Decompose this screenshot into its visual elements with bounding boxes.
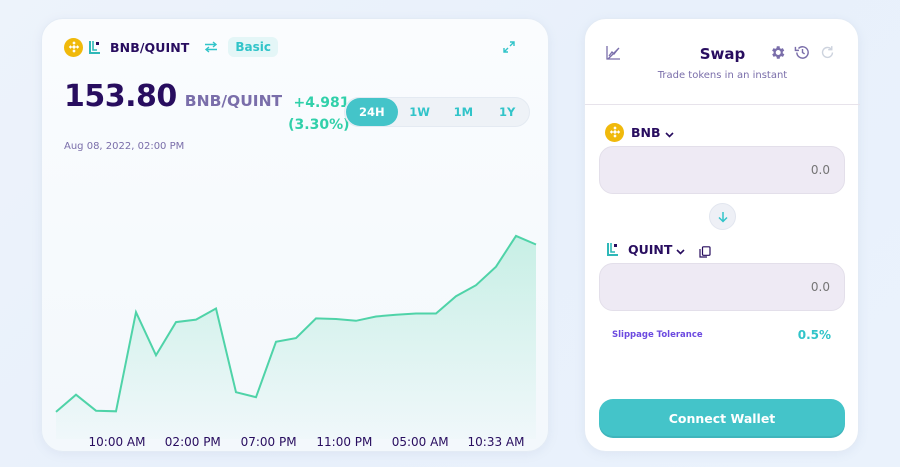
swap-arrows-icon[interactable]	[204, 41, 218, 53]
current-price: 153.80	[64, 79, 177, 114]
gear-icon[interactable]	[769, 44, 786, 61]
x-tick-label: 10:33 AM	[467, 435, 525, 449]
price-pair-label: BNB/QUINT	[184, 92, 283, 110]
price-point	[154, 353, 158, 357]
expand-icon[interactable]	[502, 39, 516, 53]
basic-mode-badge[interactable]: Basic	[228, 37, 279, 57]
swap-subtitle: Trade tokens in an instant	[657, 70, 788, 81]
swap-card: Swap Trade tokens in an instant BNB 0.0 …	[584, 18, 860, 452]
price-point	[54, 410, 58, 414]
x-tick-label: 10:00 AM	[88, 435, 146, 449]
change-percent: (3.30%)	[288, 117, 350, 133]
bnb-token-icon	[64, 37, 83, 57]
x-axis: 10:00 AM 02:00 PM 07:00 PM 11:00 PM 05:00 AM…	[42, 435, 550, 451]
swap-header-actions	[769, 44, 836, 61]
chevron-down-icon	[664, 123, 674, 142]
switch-direction-button[interactable]	[709, 203, 736, 230]
price-point	[374, 314, 378, 318]
price-point	[354, 319, 358, 323]
price-point	[334, 317, 338, 321]
price-point	[494, 264, 498, 268]
time-range-tabs: 24H 1W 1M 1Y	[344, 97, 530, 127]
price-point	[74, 392, 78, 396]
x-tick-label: 05:00 AM	[391, 435, 449, 449]
slippage-label: Slippage Tolerance	[612, 330, 703, 340]
change-value: +4.981	[293, 95, 350, 111]
price-point	[294, 336, 298, 340]
slippage-value[interactable]: 0.5%	[798, 328, 831, 342]
price-point	[434, 311, 438, 315]
tab-1m[interactable]: 1M	[441, 98, 485, 126]
bnb-token-icon	[605, 122, 624, 142]
price-point	[274, 340, 278, 344]
quint-token-icon	[607, 241, 621, 257]
tab-1w[interactable]: 1W	[398, 98, 442, 126]
swap-header: Swap Trade tokens in an instant	[585, 19, 860, 105]
price-point	[134, 310, 138, 314]
price-change: +4.981 (3.30%)	[288, 92, 349, 136]
from-token-select[interactable]: BNB	[605, 122, 674, 142]
refresh-icon[interactable]	[819, 44, 836, 61]
price-point	[214, 306, 218, 310]
copy-icon[interactable]	[699, 243, 712, 258]
x-tick-label: 07:00 PM	[240, 435, 297, 449]
chevron-down-icon	[676, 240, 685, 259]
to-amount-box	[599, 263, 845, 311]
to-token-name: QUINT	[628, 241, 673, 257]
to-amount-input[interactable]	[600, 264, 844, 310]
tab-24h[interactable]: 24H	[346, 98, 398, 126]
arrow-down-icon	[717, 211, 728, 223]
connect-wallet-button[interactable]: Connect Wallet	[599, 399, 845, 438]
price-point	[474, 283, 478, 287]
price-point	[534, 242, 538, 246]
from-amount-input[interactable]	[600, 147, 844, 193]
price-point	[414, 311, 418, 315]
quint-token-icon	[89, 39, 103, 55]
price-point	[94, 408, 98, 412]
price-point	[194, 317, 198, 321]
x-tick-label: 02:00 PM	[164, 435, 221, 449]
pair-header: BNB/QUINT Basic	[64, 37, 279, 57]
price-point	[454, 294, 458, 298]
price-point	[314, 316, 318, 320]
price-point	[114, 409, 118, 413]
x-tick-label: 11:00 PM	[316, 435, 373, 449]
price-area-chart	[54, 234, 538, 439]
price-point	[514, 234, 518, 238]
price-row: 153.80 BNB/QUINT +4.981 (3.30%)	[64, 79, 350, 136]
tab-1y[interactable]: 1Y	[485, 98, 529, 126]
history-icon[interactable]	[794, 44, 811, 61]
from-amount-box	[599, 146, 845, 194]
price-timestamp: Aug 08, 2022, 02:00 PM	[64, 141, 185, 152]
price-point	[174, 320, 178, 324]
to-token-select[interactable]: QUINT	[605, 239, 712, 259]
price-chart-card: BNB/QUINT Basic 153.80 BNB/QUINT +4.981 …	[41, 18, 549, 452]
price-point	[394, 312, 398, 316]
from-token-name: BNB	[631, 124, 661, 140]
pair-label: BNB/QUINT	[110, 39, 190, 55]
price-point	[234, 390, 238, 394]
price-point	[254, 395, 258, 399]
